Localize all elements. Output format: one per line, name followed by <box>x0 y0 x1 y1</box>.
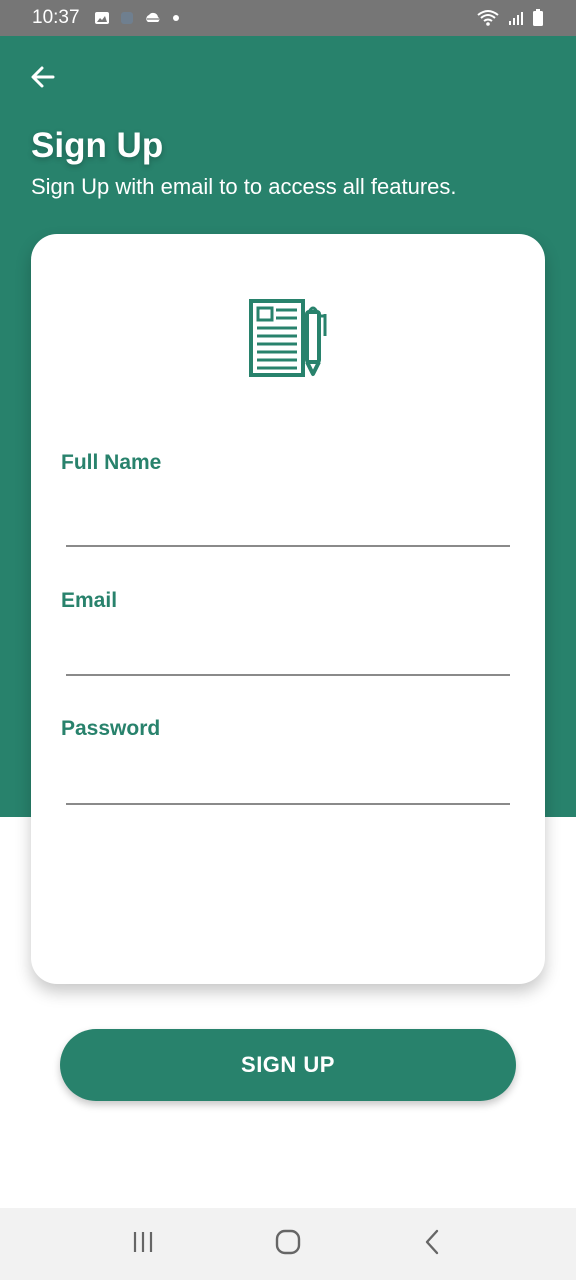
arrow-left-icon <box>29 63 57 96</box>
dot-icon <box>172 14 180 22</box>
app-icon <box>120 11 134 25</box>
signup-button[interactable]: SIGN UP <box>60 1029 516 1101</box>
status-icons-right <box>476 9 544 27</box>
image-icon <box>94 10 110 26</box>
system-nav-bar <box>0 1208 576 1280</box>
home-button[interactable] <box>258 1214 318 1274</box>
signal-icon <box>508 10 524 26</box>
password-label: Password <box>61 717 161 740</box>
recents-icon <box>131 1230 155 1259</box>
email-field[interactable] <box>66 632 510 676</box>
home-icon <box>275 1229 301 1260</box>
nav-back-button[interactable] <box>403 1214 463 1274</box>
back-icon <box>423 1229 443 1260</box>
page-subtitle: Sign Up with email to to access all feat… <box>31 174 457 199</box>
password-field[interactable] <box>66 761 510 805</box>
battery-icon <box>532 9 544 27</box>
full-name-label: Full Name <box>61 451 162 474</box>
full-name-field[interactable] <box>66 503 510 547</box>
wifi-icon <box>476 9 500 27</box>
document-pen-icon <box>247 298 329 380</box>
status-time: 10:37 <box>32 7 80 28</box>
recents-button[interactable] <box>113 1214 173 1274</box>
status-bar: 10:37 <box>0 0 576 36</box>
email-label: Email <box>61 589 118 612</box>
back-button[interactable] <box>24 60 62 98</box>
status-icons-left <box>94 10 180 26</box>
cloud-icon <box>144 11 162 25</box>
signup-form-card: Full Name Email Password <box>31 234 545 984</box>
page-title: Sign Up <box>31 126 164 165</box>
